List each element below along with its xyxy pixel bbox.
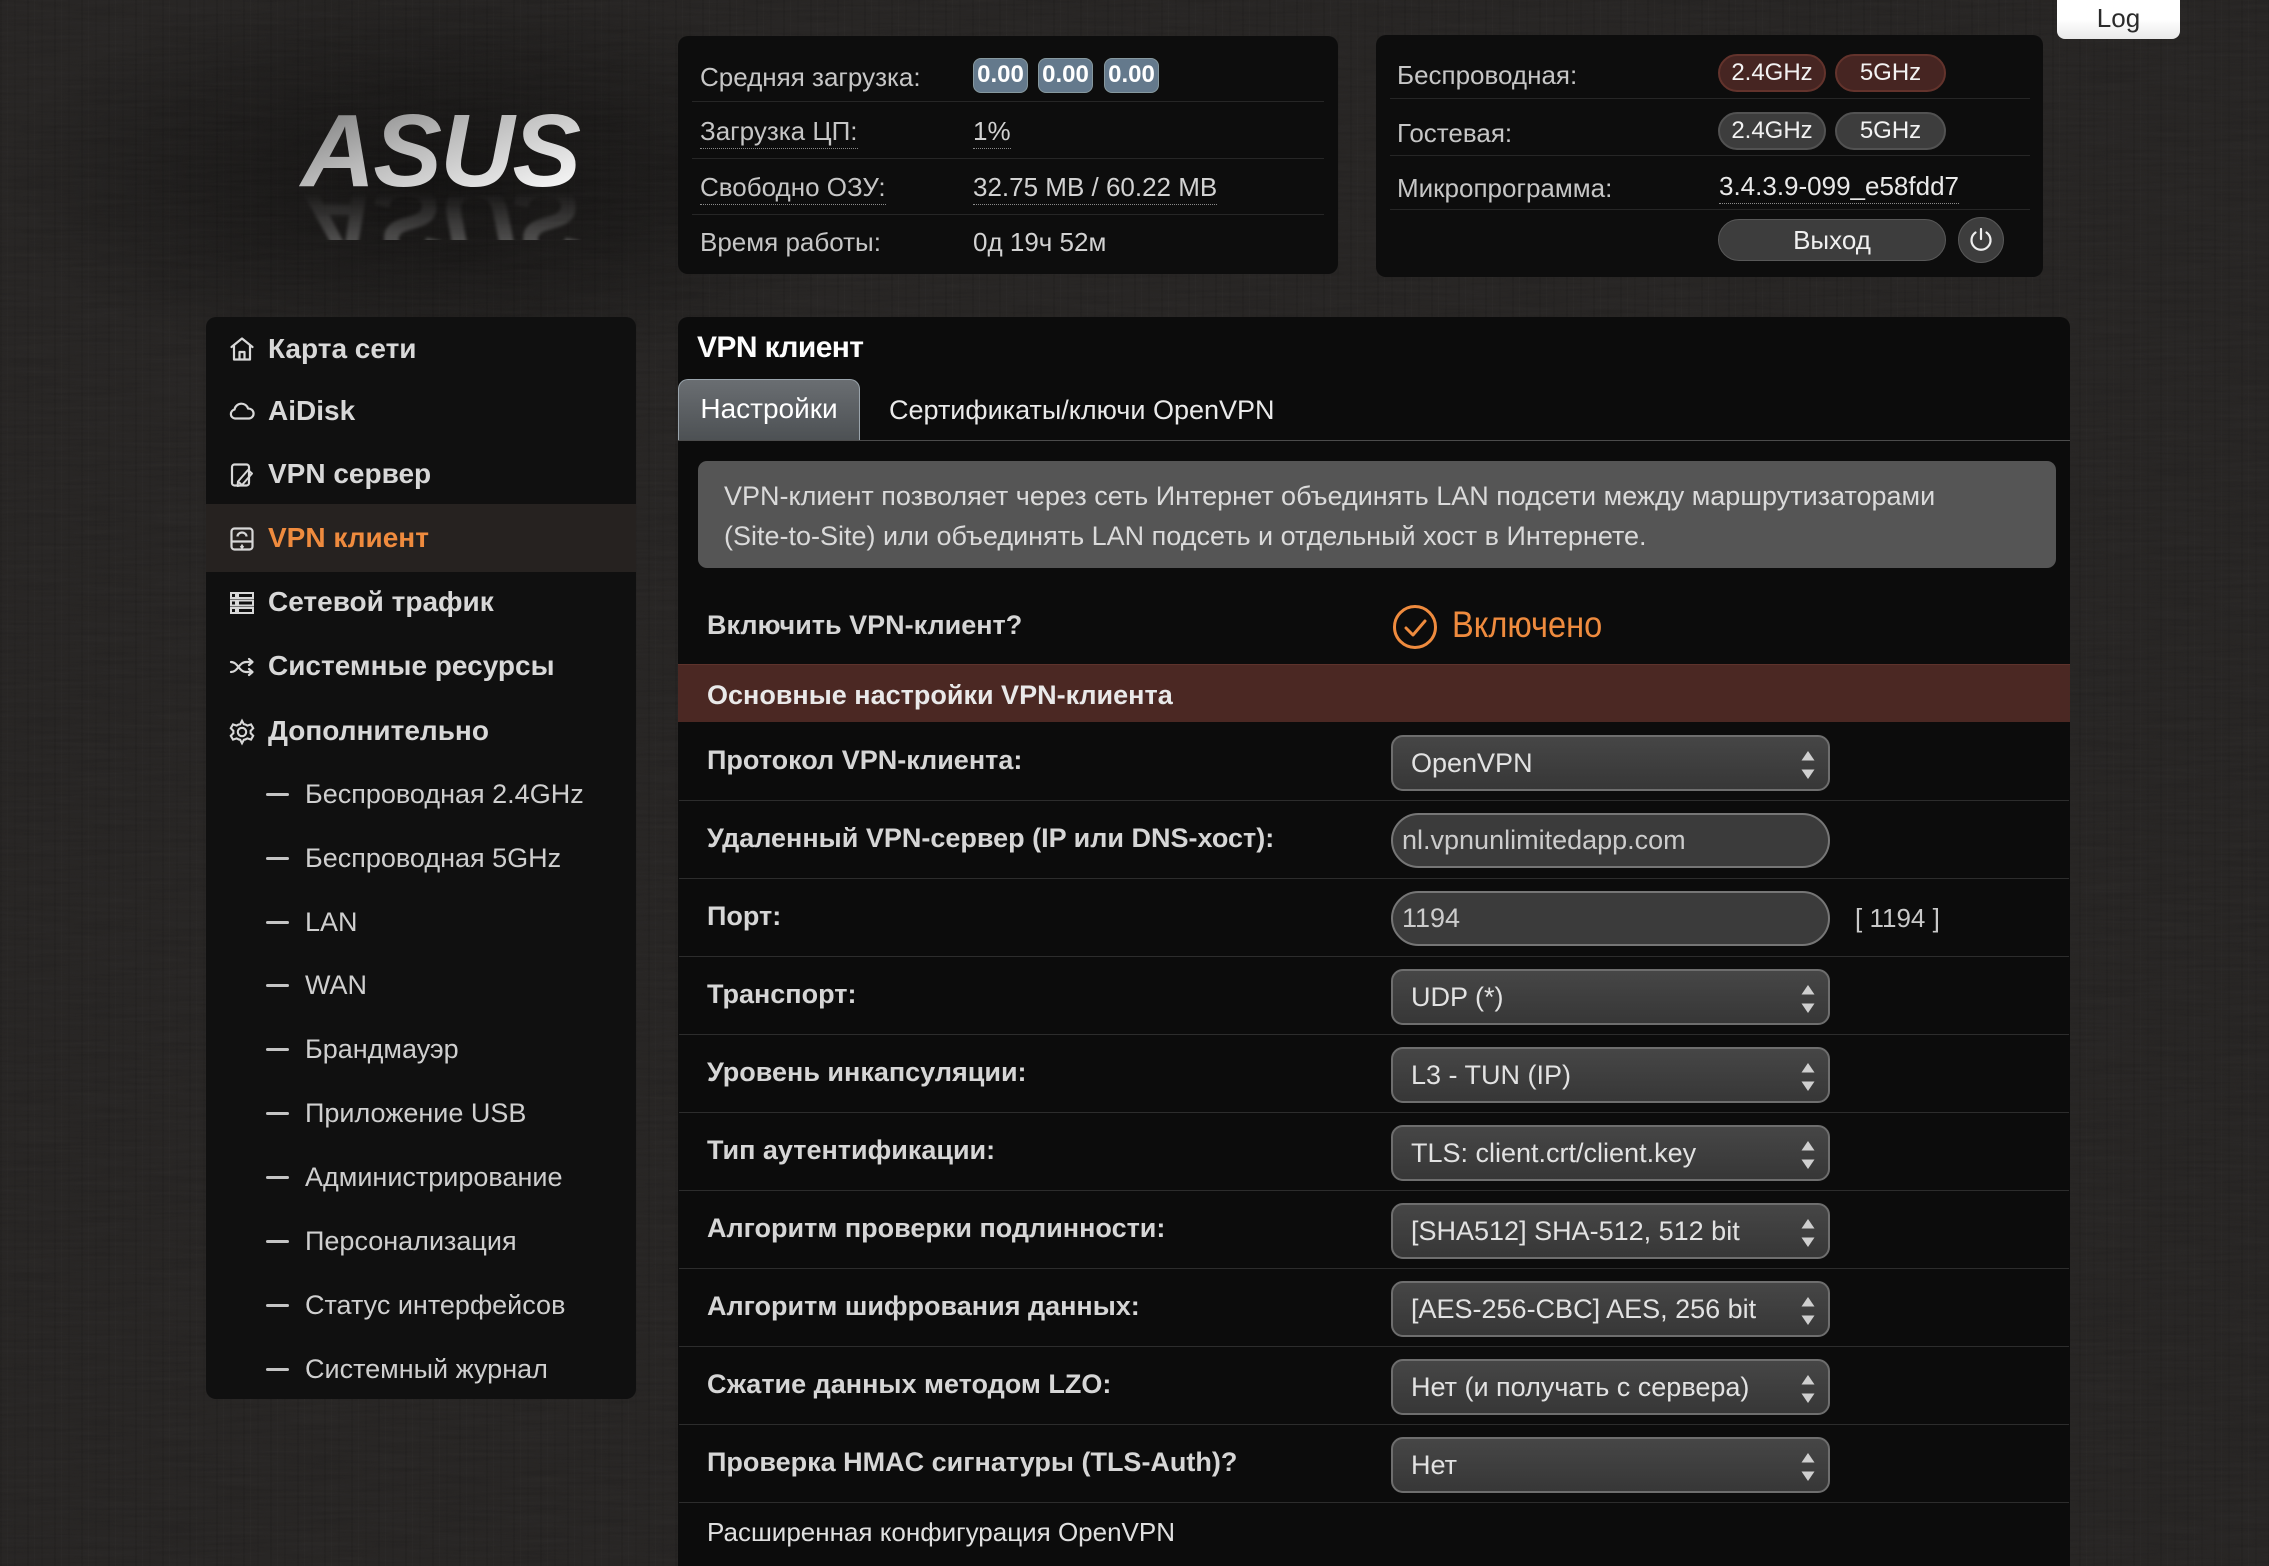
svg-text:ASUS: ASUS — [298, 164, 580, 240]
